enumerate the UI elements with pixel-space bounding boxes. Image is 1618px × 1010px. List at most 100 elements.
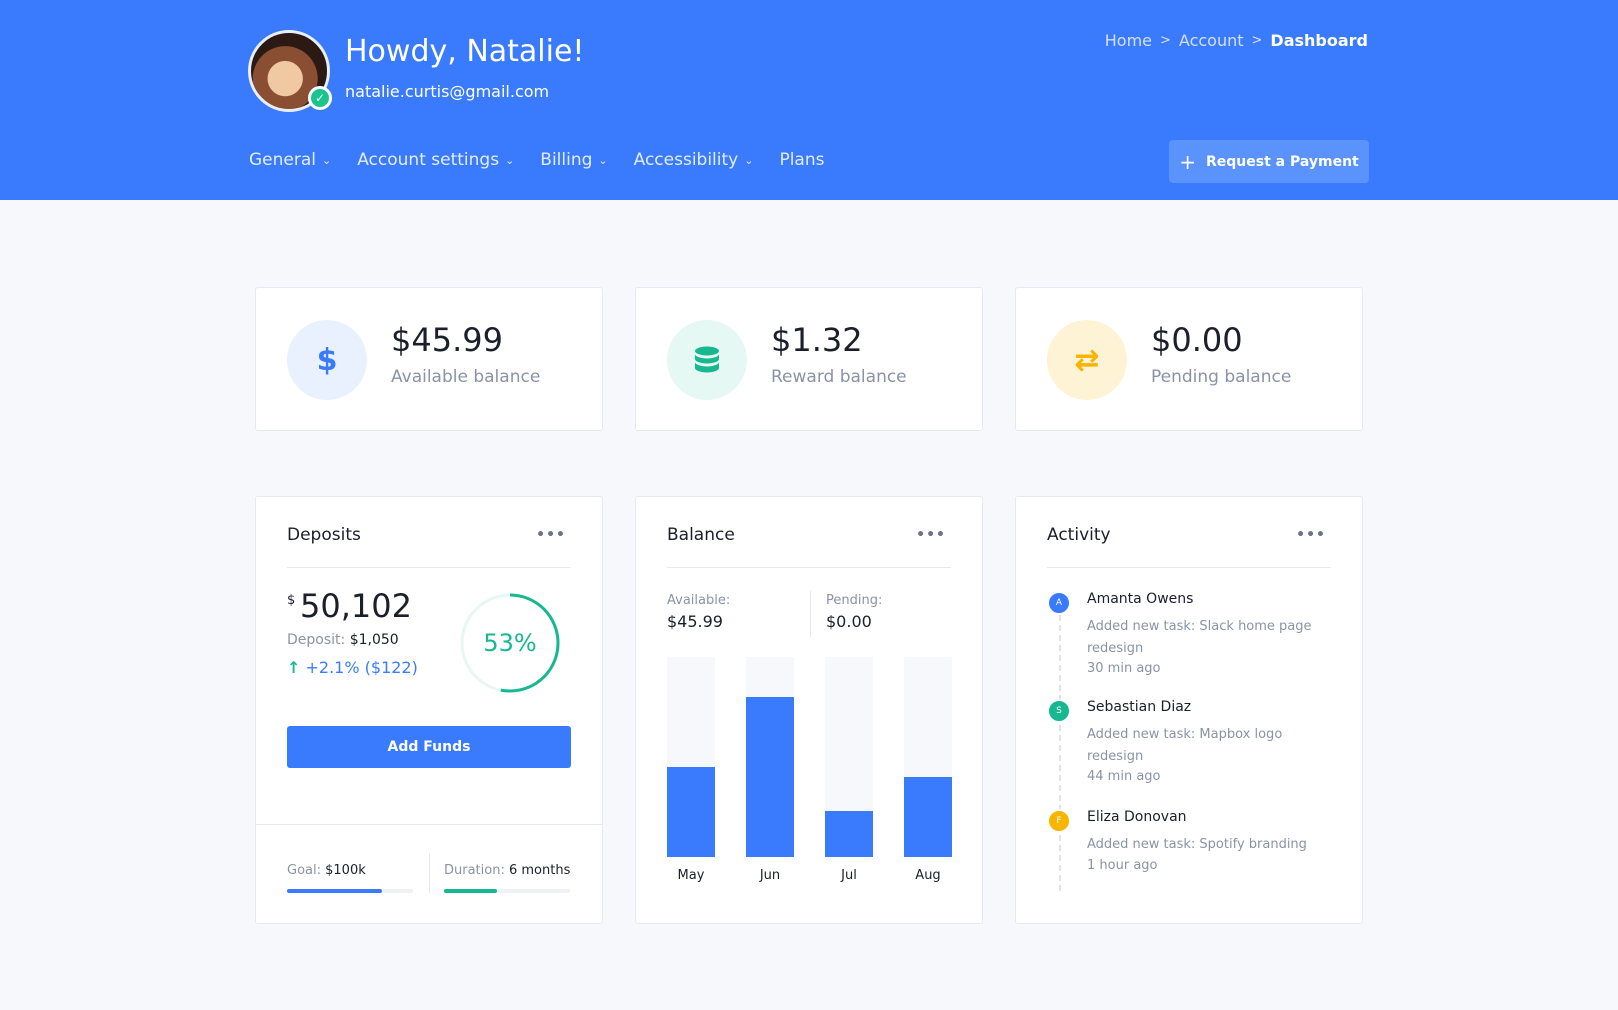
activity-item[interactable]: A Amanta Owens Added new task: Slack hom…: [1047, 591, 1337, 691]
activity-time: 30 min ago: [1087, 661, 1161, 676]
duration-label: Duration:: [444, 863, 505, 878]
progress-ring-label: 53%: [483, 629, 537, 657]
chevron-down-icon: ⌄: [322, 153, 332, 167]
stat-label: Available balance: [391, 367, 541, 387]
activity-description: Added new task: Spotify branding: [1087, 837, 1307, 852]
goal-progress-bar: [287, 889, 413, 893]
request-payment-label: Request a Payment: [1206, 153, 1359, 170]
dollar-icon: $: [287, 320, 367, 400]
deposit-total: 50,102: [300, 587, 412, 625]
main-nav: General ⌄ Account settings ⌄ Billing ⌄ A…: [249, 150, 824, 170]
verified-check-icon: ✓: [308, 86, 332, 110]
stat-value: $1.32: [771, 321, 863, 359]
available-label: Available:: [667, 593, 731, 608]
divider: [429, 853, 430, 893]
goal-value: $100k: [325, 863, 366, 878]
nav-billing[interactable]: Billing ⌄: [540, 150, 607, 170]
breadcrumb-home[interactable]: Home: [1105, 31, 1152, 50]
pending-label: Pending:: [826, 593, 883, 608]
goal-stat: Goal: $100k: [287, 863, 366, 878]
chevron-right-icon: >: [1160, 33, 1171, 48]
x-tick-label: Jun: [759, 868, 780, 883]
currency-symbol: $: [287, 593, 296, 608]
goal-label: Goal:: [287, 863, 321, 878]
deposits-card: Deposits ••• $ 50,102 Deposit: $1,050 ↑ …: [255, 496, 603, 924]
arrow-up-icon: ↑: [287, 658, 301, 677]
chevron-down-icon: ⌄: [505, 153, 515, 167]
activity-item[interactable]: S Sebastian Diaz Added new task: Mapbox …: [1047, 699, 1337, 799]
avatar-initial: F: [1047, 809, 1071, 833]
nav-plans[interactable]: Plans: [779, 150, 824, 170]
card-title: Deposits: [287, 525, 361, 545]
x-tick-label: May: [678, 868, 705, 883]
stat-card-pending: ⇄ $0.00 Pending balance: [1015, 287, 1363, 431]
bar-jun[interactable]: [746, 697, 794, 857]
bar-aug[interactable]: [904, 777, 952, 857]
pending-stat: Pending: $0.00: [826, 593, 882, 631]
nav-account-settings-label: Account settings: [357, 150, 500, 170]
nav-general-label: General: [249, 150, 316, 170]
breadcrumb-dashboard: Dashboard: [1270, 31, 1368, 50]
activity-time: 44 min ago: [1087, 769, 1161, 784]
nav-accessibility[interactable]: Accessibility ⌄: [634, 150, 754, 170]
activity-item[interactable]: F Eliza Donovan Added new task: Spotify …: [1047, 809, 1337, 889]
divider: [1047, 567, 1331, 568]
nav-accessibility-label: Accessibility: [633, 150, 739, 170]
more-options-icon[interactable]: •••: [1296, 527, 1326, 543]
stat-value: $45.99: [391, 321, 503, 359]
stat-card-reward: $1.32 Reward balance: [635, 287, 983, 431]
nav-general[interactable]: General ⌄: [249, 150, 331, 170]
bar-may[interactable]: [667, 767, 715, 857]
activity-time: 1 hour ago: [1087, 858, 1158, 873]
balance-bar-chart: May Jun Jul Aug: [667, 657, 952, 883]
database-icon: [667, 320, 747, 400]
activity-description: Added new task: Mapbox logo redesign: [1087, 727, 1283, 764]
breadcrumb-account[interactable]: Account: [1179, 31, 1244, 50]
breadcrumb: Home > Account > Dashboard: [1105, 31, 1368, 50]
duration-progress-fill: [444, 889, 497, 893]
deposit-label: Deposit:: [287, 632, 346, 648]
deposit-value: $1,050: [349, 632, 399, 648]
nav-account-settings[interactable]: Account settings ⌄: [357, 150, 514, 170]
transfer-icon: ⇄: [1047, 320, 1127, 400]
stat-card-available: $ $45.99 Available balance: [255, 287, 603, 431]
activity-user: Eliza Donovan: [1087, 809, 1187, 825]
nav-plans-label: Plans: [779, 150, 825, 170]
stat-label: Pending balance: [1151, 367, 1292, 387]
card-title: Balance: [667, 525, 735, 545]
chevron-down-icon: ⌄: [598, 153, 608, 167]
stat-value: $0.00: [1151, 321, 1243, 359]
avatar[interactable]: ✓: [248, 30, 332, 112]
card-title: Activity: [1047, 525, 1111, 545]
request-payment-button[interactable]: + Request a Payment: [1169, 140, 1369, 183]
divider: [667, 567, 951, 568]
activity-card: Activity ••• A Amanta Owens Added new ta…: [1015, 496, 1363, 924]
activity-user: Sebastian Diaz: [1087, 699, 1192, 715]
header: ✓ Howdy, Natalie! natalie.curtis@gmail.c…: [0, 0, 1618, 200]
goal-progress-fill: [287, 889, 382, 893]
activity-description: Added new task: Slack home page redesign: [1087, 619, 1312, 656]
deposit-line: Deposit: $1,050: [287, 632, 399, 648]
duration-progress-bar: [444, 889, 570, 893]
bar-jul[interactable]: [825, 811, 873, 857]
avatar-initial: S: [1047, 699, 1071, 723]
avatar-initial: A: [1047, 591, 1071, 615]
duration-value: 6 months: [508, 863, 571, 878]
more-options-icon[interactable]: •••: [536, 527, 566, 543]
deposit-change-value: +2.1% ($122): [305, 658, 418, 677]
plus-icon: +: [1179, 149, 1196, 174]
x-tick-label: Jul: [840, 868, 857, 883]
database-icon-svg: [695, 346, 719, 373]
balance-card: Balance ••• Available: $45.99 Pending: $…: [635, 496, 983, 924]
stat-label: Reward balance: [771, 367, 907, 387]
deposit-change: ↑ +2.1% ($122): [287, 658, 418, 677]
add-funds-button[interactable]: Add Funds: [287, 726, 571, 768]
more-options-icon[interactable]: •••: [916, 527, 946, 543]
divider: [256, 824, 602, 825]
divider: [810, 591, 811, 637]
pending-value: $0.00: [826, 612, 872, 631]
x-tick-label: Aug: [915, 868, 940, 883]
nav-billing-label: Billing: [540, 150, 593, 170]
divider: [287, 567, 571, 568]
user-email: natalie.curtis@gmail.com: [345, 82, 550, 101]
